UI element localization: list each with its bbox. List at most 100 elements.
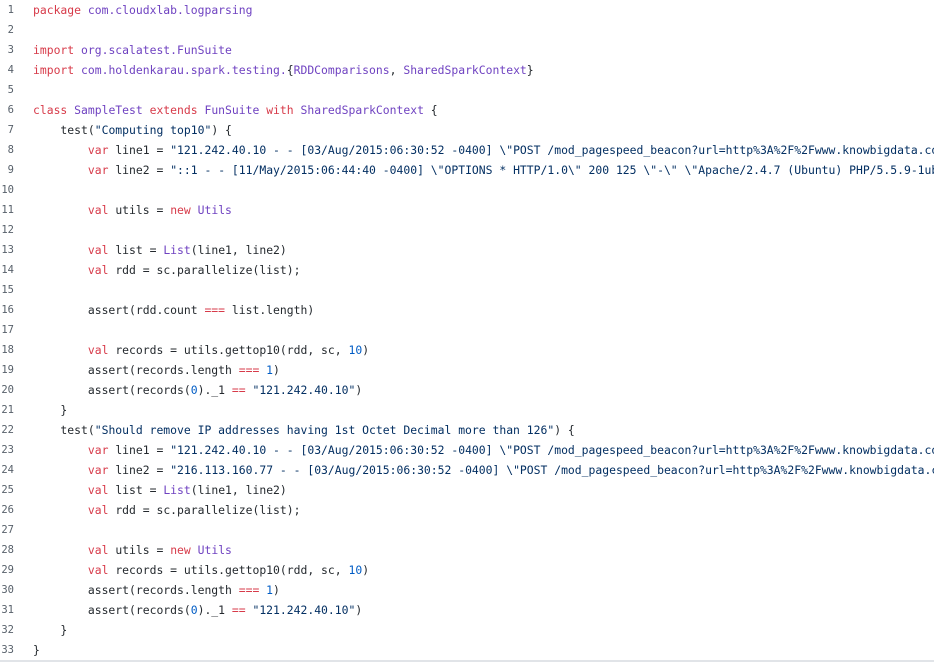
code-token: records = utils.gettop10(rdd, sc, <box>115 343 349 357</box>
line-number: 28 <box>1 544 14 556</box>
code-line: 26 val rdd = sc.parallelize(list); <box>0 500 934 520</box>
code-token: == <box>231 603 246 617</box>
code-token: list = <box>115 243 164 257</box>
code-token: 1 <box>266 583 274 597</box>
line-number: 13 <box>1 244 14 256</box>
code-token: List <box>163 483 191 497</box>
code-text: import org.scalatest.FunSuite <box>33 40 232 60</box>
code-token: list.length) <box>225 303 315 317</box>
code-token: com.cloudxlab.logparsing <box>87 3 253 17</box>
code-line: 24 var line2 = "216.113.160.77 - - [03/A… <box>0 460 934 480</box>
code-token: === <box>238 363 260 377</box>
code-line: 3 import org.scalatest.FunSuite <box>0 40 934 60</box>
line-number: 33 <box>1 644 14 656</box>
line-number: 30 <box>1 584 14 596</box>
code-token: utils = <box>115 543 171 557</box>
code-text: var line2 = "::1 - - [11/May/2015:06:44:… <box>33 160 934 180</box>
code-token: (line1, line2) <box>190 243 287 257</box>
line-number: 22 <box>1 424 14 436</box>
code-token: import <box>33 43 82 57</box>
code-token: assert(records.length <box>33 583 239 597</box>
code-lines: 1 package com.cloudxlab.logparsing 2 3 impor… <box>0 0 934 660</box>
code-token: } <box>33 643 40 657</box>
code-line: 17 <box>0 320 934 340</box>
code-token: line1 = <box>115 443 171 457</box>
line-number: 21 <box>1 404 14 416</box>
code-token: )._1 <box>197 603 232 617</box>
code-line: 28 val utils = new Utils <box>0 540 934 560</box>
code-token: ) <box>273 363 280 377</box>
code-line: 2 <box>0 20 934 40</box>
code-token: SharedSparkContext <box>403 63 527 77</box>
code-token: "121.242.40.10" <box>252 603 356 617</box>
code-token: List <box>163 243 191 257</box>
line-number: 2 <box>7 24 14 36</box>
code-text: assert(records(0)._1 == "121.242.40.10") <box>33 380 362 400</box>
code-token: 0 <box>190 603 198 617</box>
code-token: ) <box>273 583 280 597</box>
code-token: records = utils.gettop10(rdd, sc, <box>115 563 349 577</box>
code-text: assert(rdd.count === list.length) <box>33 300 314 320</box>
code-line: 27 <box>0 520 934 540</box>
code-text: val rdd = sc.parallelize(list); <box>33 260 301 280</box>
code-token: val <box>87 243 116 257</box>
code-token: 10 <box>348 343 363 357</box>
line-number: 15 <box>1 284 14 296</box>
code-text: class SampleTest extends FunSuite with S… <box>33 100 438 120</box>
code-text: assert(records.length === 1) <box>33 360 280 380</box>
code-token: val <box>87 203 116 217</box>
line-number: 8 <box>7 144 14 156</box>
code-token: class <box>33 103 75 117</box>
code-text: val records = utils.gettop10(rdd, sc, 10… <box>33 560 369 580</box>
code-token: com.holdenkarau.spark.testing. <box>81 63 287 77</box>
line-number: 9 <box>7 164 14 176</box>
code-token: ) <box>362 563 370 577</box>
code-token: == <box>231 383 246 397</box>
code-token: assert(records( <box>33 603 191 617</box>
code-text: import com.holdenkarau.spark.testing.{RD… <box>33 60 534 80</box>
line-number: 24 <box>1 464 14 476</box>
code-token: package <box>33 3 88 17</box>
code-token: val <box>87 503 116 517</box>
code-token: assert(records.length <box>33 363 239 377</box>
code-token: val <box>87 563 116 577</box>
code-token: Utils <box>197 543 232 557</box>
code-text: val records = utils.gettop10(rdd, sc, 10… <box>33 340 369 360</box>
code-line: 33} <box>0 640 934 660</box>
code-token: ) { <box>211 123 232 137</box>
code-token: } <box>526 63 534 77</box>
line-number: 6 <box>7 104 14 116</box>
code-token: line2 = <box>115 163 171 177</box>
line-number: 1 <box>7 4 14 16</box>
code-token: test( <box>33 123 95 137</box>
code-token: val <box>87 343 116 357</box>
code-token: var <box>87 163 116 177</box>
code-token: RDDComparisons <box>293 63 390 77</box>
code-line: 15 <box>0 280 934 300</box>
code-viewer[interactable]: 1 package com.cloudxlab.logparsing 2 3 impor… <box>0 0 934 660</box>
code-token: assert(rdd.count <box>33 303 205 317</box>
line-number: 4 <box>7 64 14 76</box>
code-token: val <box>87 483 116 497</box>
code-token: extends <box>142 103 205 117</box>
line-number: 16 <box>1 304 14 316</box>
code-token: ) <box>355 603 363 617</box>
code-token: FunSuite <box>204 103 260 117</box>
line-number: 17 <box>1 324 14 336</box>
line-number: 20 <box>1 384 14 396</box>
code-token: new <box>170 203 198 217</box>
line-number: 5 <box>7 84 14 96</box>
code-line: 16 assert(rdd.count === list.length) <box>0 300 934 320</box>
code-token: Utils <box>197 203 232 217</box>
line-number: 23 <box>1 444 14 456</box>
line-number: 26 <box>1 504 14 516</box>
code-token: line2 = <box>115 463 171 477</box>
code-token: === <box>204 303 226 317</box>
